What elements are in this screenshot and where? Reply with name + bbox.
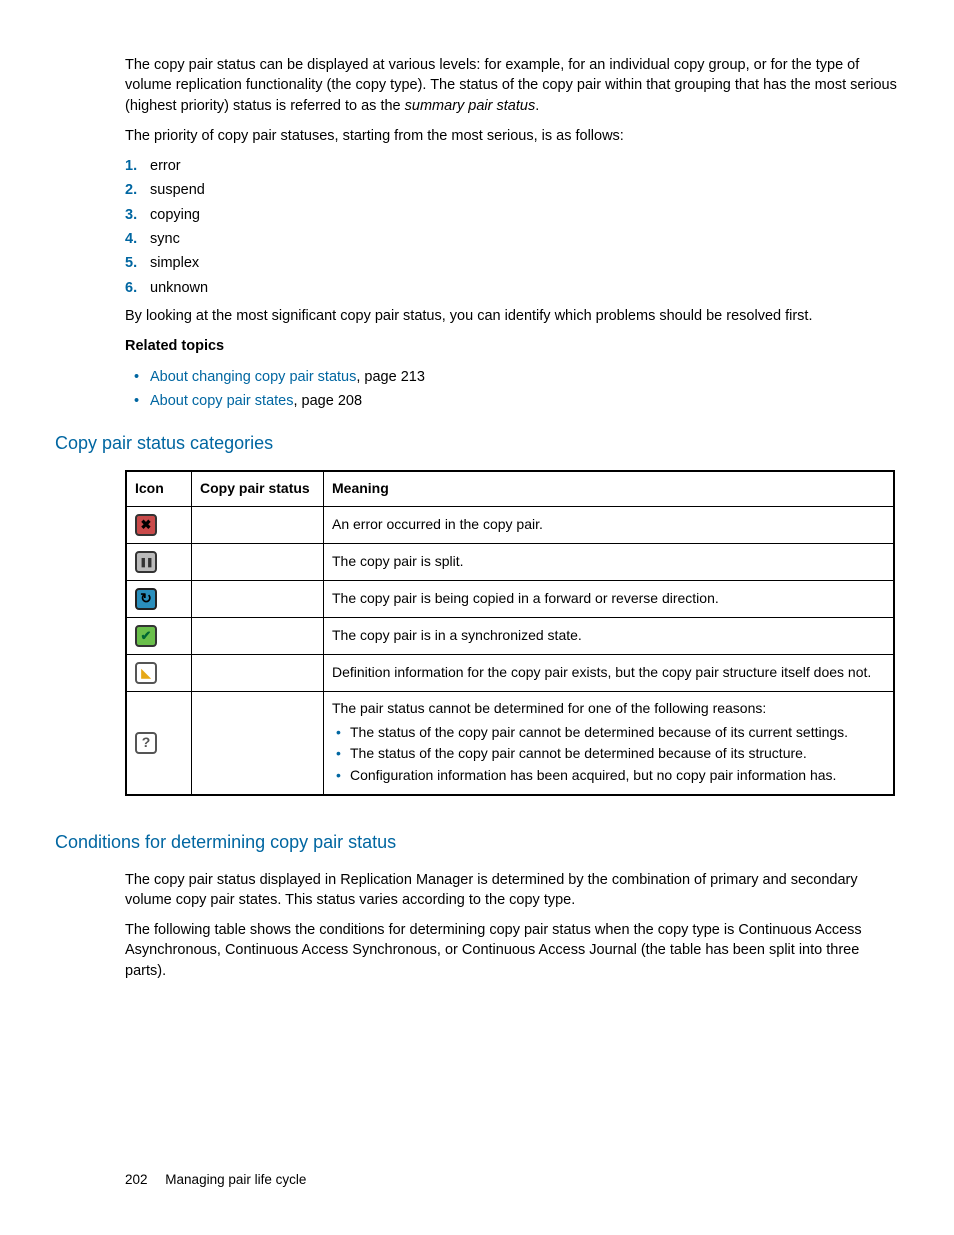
table-row: The pair status cannot be determined for… [126, 691, 894, 795]
priority-item: 3.copying [150, 205, 899, 225]
table-header-meaning: Meaning [324, 471, 895, 506]
priority-item: 6.unknown [150, 278, 899, 298]
intro-paragraph-2: The priority of copy pair statuses, star… [125, 126, 899, 146]
section-heading-categories: Copy pair status categories [55, 431, 899, 456]
priority-item: 2.suspend [150, 180, 899, 200]
priority-number: 2. [125, 180, 137, 200]
table-header-status: Copy pair status [192, 471, 324, 506]
status-cell [192, 543, 324, 580]
priority-label: unknown [150, 280, 208, 296]
reasons-list: The status of the copy pair cannot be de… [332, 723, 885, 786]
unknown-icon [135, 732, 157, 754]
table-header-icon: Icon [126, 471, 192, 506]
def-icon [135, 662, 157, 684]
error-icon [135, 514, 157, 536]
priority-label: error [150, 158, 181, 174]
meaning-cell: The copy pair is split. [324, 543, 895, 580]
section-heading-conditions: Conditions for determining copy pair sta… [55, 830, 899, 855]
conditions-paragraph-2: The following table shows the conditions… [125, 920, 899, 981]
related-topics-list: About changing copy pair status, page 21… [55, 367, 899, 412]
priority-label: copying [150, 207, 200, 223]
check-icon [135, 625, 157, 647]
table-row: The copy pair is being copied in a forwa… [126, 580, 894, 617]
icon-cell [126, 543, 192, 580]
reason-item: The status of the copy pair cannot be de… [350, 723, 885, 743]
related-topic-suffix: , page 208 [293, 393, 362, 409]
table-row: The copy pair is in a synchronized state… [126, 617, 894, 654]
status-cell [192, 691, 324, 795]
priority-label: suspend [150, 182, 205, 198]
meaning-cell: Definition information for the copy pair… [324, 654, 895, 691]
related-topic-link[interactable]: About changing copy pair status [150, 369, 356, 385]
status-cell [192, 506, 324, 543]
pause-icon [135, 551, 157, 573]
after-list-paragraph: By looking at the most significant copy … [125, 306, 899, 326]
related-topic-link[interactable]: About copy pair states [150, 393, 293, 409]
intro-text-1c: . [535, 98, 539, 114]
reason-item: The status of the copy pair cannot be de… [350, 744, 885, 764]
summary-pair-status-term: summary pair status [405, 98, 536, 114]
page-number: 202 [125, 1172, 148, 1187]
conditions-paragraph-1: The copy pair status displayed in Replic… [125, 870, 899, 911]
meaning-intro: The pair status cannot be determined for… [332, 699, 885, 719]
priority-item: 5.simplex [150, 253, 899, 273]
status-cell [192, 617, 324, 654]
priority-number: 1. [125, 156, 137, 176]
icon-cell [126, 506, 192, 543]
page-footer: 202 Managing pair life cycle [125, 1171, 306, 1190]
priority-label: sync [150, 231, 180, 247]
icon-cell [126, 617, 192, 654]
related-topic-item: About changing copy pair status, page 21… [150, 367, 899, 387]
priority-list: 1.error2.suspend3.copying4.sync5.simplex… [55, 156, 899, 298]
meaning-cell: The pair status cannot be determined for… [324, 691, 895, 795]
meaning-cell: The copy pair is in a synchronized state… [324, 617, 895, 654]
priority-number: 5. [125, 253, 137, 273]
icon-cell [126, 580, 192, 617]
status-categories-table: Icon Copy pair status Meaning An error o… [125, 470, 895, 796]
priority-number: 4. [125, 229, 137, 249]
table-row: Definition information for the copy pair… [126, 654, 894, 691]
reason-item: Configuration information has been acqui… [350, 766, 885, 786]
related-topics-heading: Related topics [125, 336, 899, 356]
intro-paragraph-1: The copy pair status can be displayed at… [125, 55, 899, 116]
table-row: An error occurred in the copy pair. [126, 506, 894, 543]
priority-number: 3. [125, 205, 137, 225]
status-cell [192, 580, 324, 617]
priority-label: simplex [150, 255, 199, 271]
related-topic-suffix: , page 213 [356, 369, 425, 385]
priority-item: 1.error [150, 156, 899, 176]
sync-icon [135, 588, 157, 610]
priority-item: 4.sync [150, 229, 899, 249]
meaning-cell: An error occurred in the copy pair. [324, 506, 895, 543]
priority-number: 6. [125, 278, 137, 298]
icon-cell [126, 691, 192, 795]
table-row: The copy pair is split. [126, 543, 894, 580]
meaning-cell: The copy pair is being copied in a forwa… [324, 580, 895, 617]
icon-cell [126, 654, 192, 691]
status-cell [192, 654, 324, 691]
related-topic-item: About copy pair states, page 208 [150, 391, 899, 411]
footer-title: Managing pair life cycle [165, 1172, 306, 1187]
